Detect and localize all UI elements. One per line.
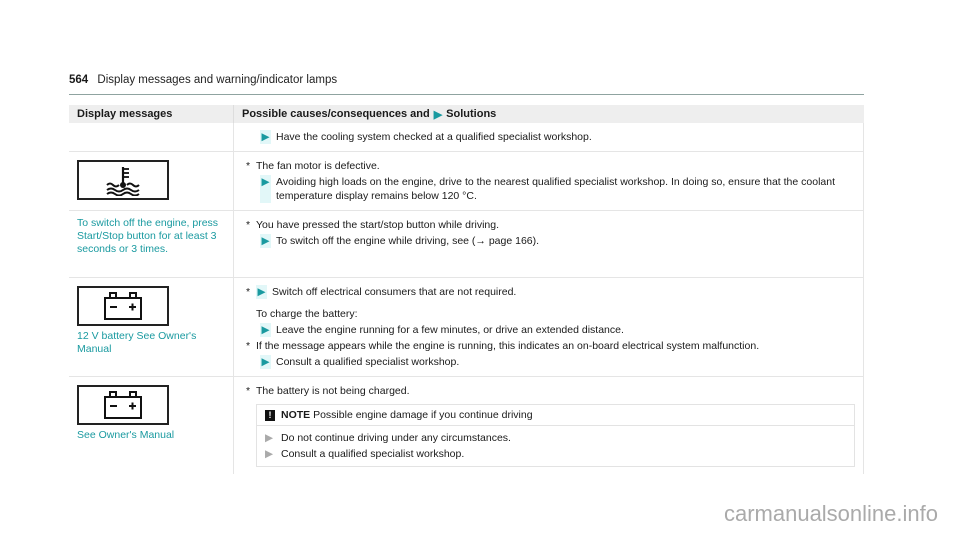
display-message-text: To switch off the engine, press Start/St…: [77, 217, 219, 255]
battery-icon: [77, 286, 169, 326]
page-title: Display messages and warning/indicator l…: [97, 74, 338, 86]
table-row: See Owner's Manual * The battery is not b…: [69, 377, 864, 474]
messages-table: Display messages Possible causes/consequ…: [69, 105, 864, 474]
arrow-icon: ▶: [260, 234, 271, 248]
arrow-icon: ▶: [265, 432, 274, 444]
arrow-icon: ▶: [260, 175, 276, 203]
battery-icon: [77, 385, 169, 425]
table-row: * The fan motor is defective. ▶ Avoiding h…: [69, 152, 864, 211]
page-header: 564 Display messages and warning/indicat…: [69, 74, 864, 95]
note-text: Possible engine damage if you continue d…: [313, 409, 533, 421]
arrow-icon: ▶: [260, 355, 271, 369]
display-message-text: 12 V battery See Owner's Manual: [77, 330, 197, 355]
table-row: 12 V battery See Owner's Manual * ▶ Switch…: [69, 278, 864, 377]
note-box: ! NOTE Possible engine damage if you con…: [256, 404, 855, 467]
arrow-icon: ▶: [256, 285, 267, 299]
page-reference-link[interactable]: To switch off the engine while driving, …: [276, 234, 539, 248]
warning-icon: !: [265, 409, 275, 421]
note-label: NOTE: [281, 409, 311, 421]
watermark: carmanualsonline.info: [723, 501, 938, 526]
col-header-display-messages: Display messages: [77, 108, 173, 120]
arrow-icon: ▶: [433, 108, 443, 121]
display-message-text: See Owner's Manual: [77, 429, 175, 441]
arrow-icon: ▶: [260, 130, 271, 144]
table-row: ▶ Have the cooling system checked at a qu…: [69, 123, 864, 152]
col-header-causes: Possible causes/consequences and ▶ Solut…: [233, 105, 864, 123]
coolant-temperature-icon: [77, 160, 169, 200]
table-row: To switch off the engine, press Start/St…: [69, 211, 864, 278]
arrow-icon: ▶: [265, 448, 274, 460]
page-number: 564: [69, 74, 89, 86]
table-header: Display messages Possible causes/consequ…: [69, 105, 864, 123]
arrow-icon: ▶: [260, 323, 271, 337]
